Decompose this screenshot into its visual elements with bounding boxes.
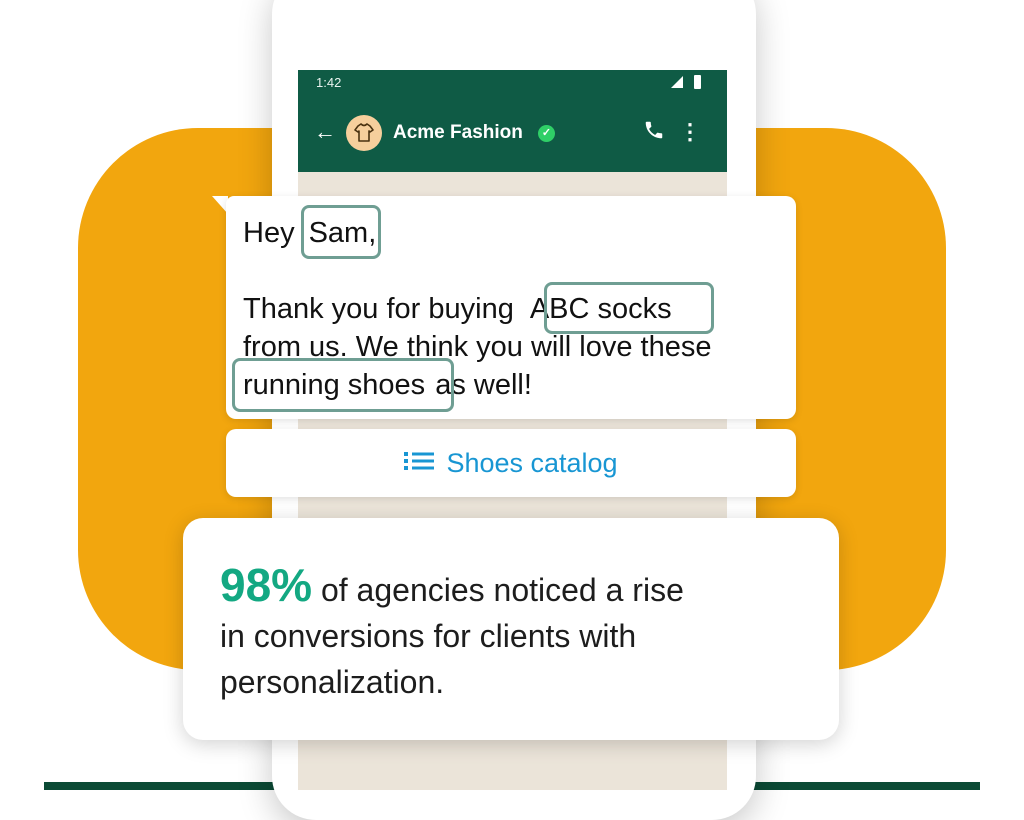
- status-bar: 1:42: [298, 70, 727, 96]
- stat-percentage: 98%: [220, 559, 313, 611]
- signal-icon: [671, 76, 683, 91]
- name-highlight: [301, 205, 381, 259]
- stat-line-1-rest: of agencies noticed a rise: [312, 572, 684, 608]
- cta-content[interactable]: Shoes catalog: [226, 429, 796, 497]
- list-icon: [404, 428, 435, 496]
- line2-text: Thank you for buying: [243, 293, 514, 325]
- chat-header: ← Acme Fashion ✓ ⋮: [298, 96, 727, 172]
- contact-name[interactable]: Acme Fashion: [393, 122, 523, 144]
- more-vertical-icon[interactable]: ⋮: [679, 120, 701, 144]
- battery-icon: [694, 75, 701, 89]
- shoes-catalog-button[interactable]: Shoes catalog: [226, 429, 796, 497]
- back-arrow-icon[interactable]: ←: [314, 120, 336, 144]
- stat-line-3: personalization.: [220, 664, 445, 700]
- tshirt-icon[interactable]: [346, 115, 382, 151]
- phone-icon[interactable]: [643, 119, 665, 146]
- message-bubble: Hey Sam, Thank you for buying ABC socks fr…: [226, 196, 796, 419]
- verified-check-icon: ✓: [538, 125, 555, 142]
- status-time: 1:42: [316, 75, 342, 90]
- greeting-text: Hey: [243, 217, 295, 249]
- cta-label[interactable]: Shoes catalog: [446, 448, 617, 478]
- product-highlight: [544, 282, 714, 334]
- recommendation-highlight: [232, 358, 454, 412]
- statistic-card: 98% of agencies noticed a rise in conver…: [183, 518, 839, 740]
- stat-line-1: 98% of agencies noticed a rise: [220, 562, 684, 613]
- statistic-text: 98% of agencies noticed a rise in conver…: [220, 562, 684, 705]
- stat-line-2: in conversions for clients with: [220, 618, 637, 654]
